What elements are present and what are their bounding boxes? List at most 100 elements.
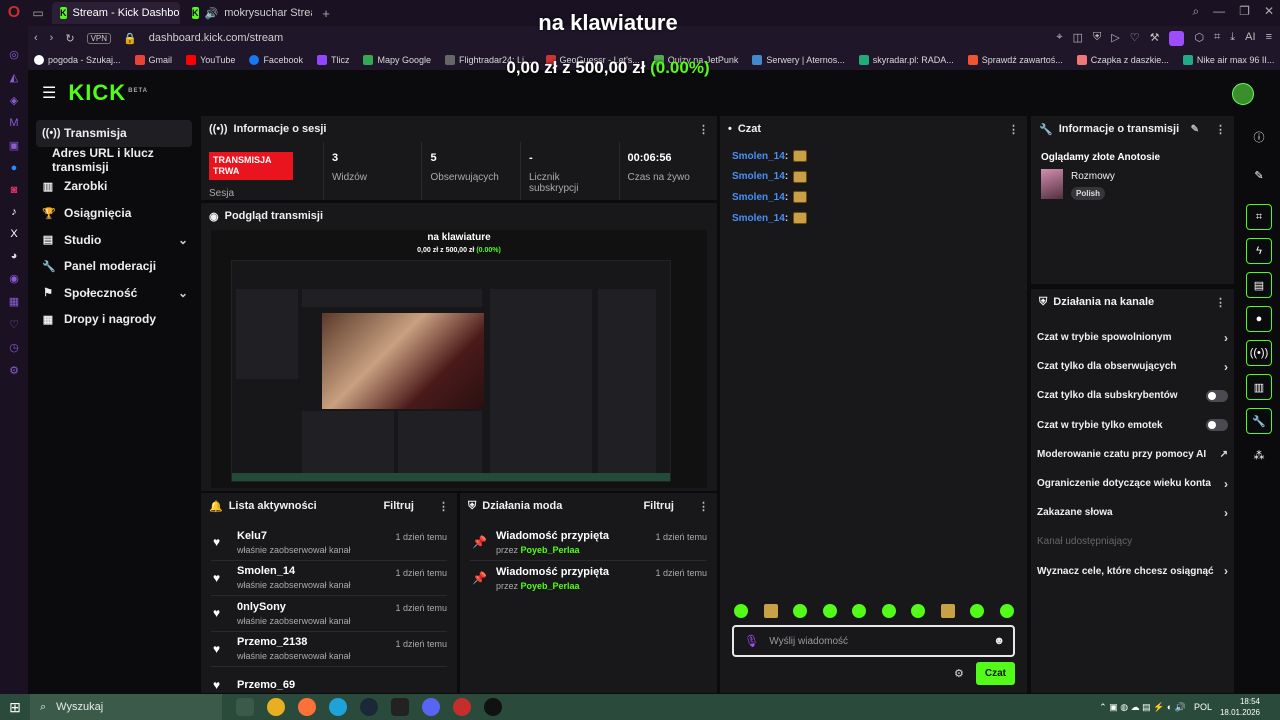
edit-icon[interactable]: ✎ [1191,124,1199,135]
task-view-icon[interactable] [236,698,254,716]
banned-words-item[interactable]: Zakazane słowa › [1037,498,1228,527]
messenger-icon[interactable]: ◈ [10,94,18,107]
info-icon[interactable]: ⓘ [1246,124,1272,150]
chat-message[interactable]: Smolen_14: [732,208,1015,229]
clock[interactable]: 18:54 18.01.2026 [1220,696,1260,718]
emote-icon[interactable] [970,604,985,618]
steam-icon[interactable] [360,698,378,716]
restore-icon[interactable]: ❐ [1239,4,1250,19]
tiktok-icon[interactable]: ♪ [11,206,17,218]
discord-icon[interactable] [422,698,440,716]
chrome-icon[interactable] [267,698,285,716]
avatar[interactable] [1232,83,1254,105]
broadcast-icon[interactable]: ((•)) [1246,340,1272,366]
slow-mode-item[interactable]: Czat w trybie spowolnionym › [1037,323,1228,352]
twitch-icon[interactable]: ▣ [9,139,19,152]
epic-games-icon[interactable] [391,698,409,716]
list-item[interactable]: ♥ Smolen_14 właśnie zaobserwował kanał 1 dz… [211,561,447,596]
history-icon[interactable]: ◷ [9,341,19,354]
list-item[interactable]: 📌 Wiadomość przypięta przez Poyeb_Perlaa 1 … [470,561,707,597]
layout-icon[interactable]: ▥ [1246,374,1272,400]
more-options-icon[interactable]: ⋮ [1008,123,1019,136]
capture-icon[interactable]: ⌗ [1246,204,1272,230]
nav-item-stream-key[interactable]: Adres URL i klucz transmisji [36,146,192,174]
heart-icon[interactable]: ♡ [9,318,19,331]
emote-only-toggle[interactable] [1206,419,1228,432]
nav-item-dropy[interactable]: ▦ Dropy i nagrody [36,306,192,333]
category-name[interactable]: Rozmowy [1071,171,1115,182]
obs-icon[interactable] [484,698,502,716]
stream-preview-video[interactable]: na klawiature 0,00 zł z 500,00 zł (0.00%… [211,230,707,488]
emote-icon[interactable] [940,604,955,618]
chat-username[interactable]: Smolen_14 [732,192,785,203]
close-icon[interactable]: ✕ [1264,4,1274,19]
chat-username[interactable]: Smolen_14 [732,151,785,162]
edge-icon[interactable] [329,698,347,716]
emote-icon[interactable] [822,604,837,618]
apps-icon[interactable]: ▦ [9,295,19,308]
list-item[interactable]: ♥ Kelu7 właśnie zaobserwował kanał 1 dzień … [211,525,447,561]
emote-icon[interactable] [911,604,926,618]
settings-icon[interactable]: ⚙ [9,364,19,377]
emote-icon[interactable] [734,604,748,618]
nav-item-transmisja[interactable]: ((•)) Transmisja [36,120,192,147]
more-options-icon[interactable]: ⋮ [698,123,709,136]
document-icon[interactable]: ▤ [1246,272,1272,298]
music-icon[interactable]: ◉ [9,272,19,285]
emote-icon[interactable] [852,604,867,618]
list-item[interactable]: ♥ Przemo_2138 właśnie zaobserwował kanał 1 … [211,632,447,667]
emote-icon[interactable] [763,604,778,618]
x-icon[interactable]: X [10,228,17,240]
emote-icon[interactable] [881,604,896,618]
more-widgets-icon[interactable]: ⁂ [1246,442,1272,468]
list-item[interactable]: 📌 Wiadomość przypięta przez Poyeb_Perlaa 1 … [470,525,707,561]
account-age-item[interactable]: Ograniczenie dotyczące wieku konta › [1037,469,1228,498]
edit-icon[interactable]: ✎ [1246,162,1272,188]
instagram-icon[interactable]: ◙ [11,184,18,196]
chat-send-button[interactable]: Czat [975,662,1015,685]
discord-icon[interactable]: ◕ [11,250,18,262]
emote-icon[interactable] [999,604,1014,618]
gear-icon[interactable]: ⚙ [954,667,964,680]
chat-bubble-icon[interactable]: ● [1246,306,1272,332]
chat-username[interactable]: Smolen_14 [732,213,785,224]
messenger-bubble-icon[interactable]: ● [11,162,18,174]
emoji-icon[interactable]: ☻ [993,635,1005,647]
lightning-icon[interactable]: ϟ [1246,238,1272,264]
nav-item-spolecznosc[interactable]: ⚑ Społeczność ⌄ [36,280,192,307]
chat-message[interactable]: Smolen_14: [732,167,1015,188]
more-options-icon[interactable]: ⋮ [1215,123,1226,136]
nav-item-zarobki[interactable]: ▥ Zarobki [36,173,192,200]
goals-item[interactable]: Wyznacz cele, które chcesz osiągnąć › [1037,557,1228,586]
opera-icon[interactable] [453,698,471,716]
taskbar-search[interactable]: ⌕ Wyszukaj [30,694,222,720]
language-indicator[interactable]: POL [1194,702,1212,712]
list-item[interactable]: ♥ 0nlySony właśnie zaobserwował kanał 1 dzi… [211,596,447,632]
chat-message[interactable]: Smolen_14: [732,187,1015,208]
wrench-icon[interactable]: 🔧 [1246,408,1272,434]
nav-item-panel-moderacji[interactable]: 🔧 Panel moderacji [36,253,192,280]
maps-icon[interactable]: M [9,117,18,129]
more-options-icon[interactable]: ⋮ [1215,296,1226,309]
tray-icons[interactable]: ⌃ ▣ ◍ ☁ ▤ ⚡ ◐ 🔊 [1099,702,1186,713]
nav-item-osiagniecia[interactable]: 🏆 Osiągnięcia [36,200,192,227]
more-options-icon[interactable]: ⋮ [438,500,449,513]
firefox-icon[interactable] [298,698,316,716]
nav-item-studio[interactable]: ▤ Studio ⌄ [36,226,192,253]
download-icon[interactable]: ⤓ [1230,31,1235,46]
followers-only-item[interactable]: Czat tylko dla obserwujących › [1037,352,1228,381]
ai-moderation-item[interactable]: Moderowanie czatu przy pomocy AI ↗ [1037,440,1228,469]
subscribers-only-toggle[interactable] [1206,389,1228,402]
chat-input[interactable]: 🎙 Wyślij wiadomość ☻ [732,625,1015,657]
filter-button[interactable]: Filtruj [643,500,674,512]
chat-username[interactable]: Smolen_14 [732,171,785,182]
emote-icon[interactable] [793,604,808,618]
menu-icon[interactable]: ≡ [1266,31,1272,46]
microphone-icon[interactable]: 🎙 [744,634,759,648]
filter-button[interactable]: Filtruj [383,500,414,512]
ai-button[interactable]: AI [1245,31,1255,46]
kick-logo[interactable]: KICK BETA [68,80,148,106]
more-options-icon[interactable]: ⋮ [698,500,709,513]
chat-message[interactable]: Smolen_14: [732,146,1015,167]
hamburger-menu-icon[interactable]: ☰ [42,83,56,103]
